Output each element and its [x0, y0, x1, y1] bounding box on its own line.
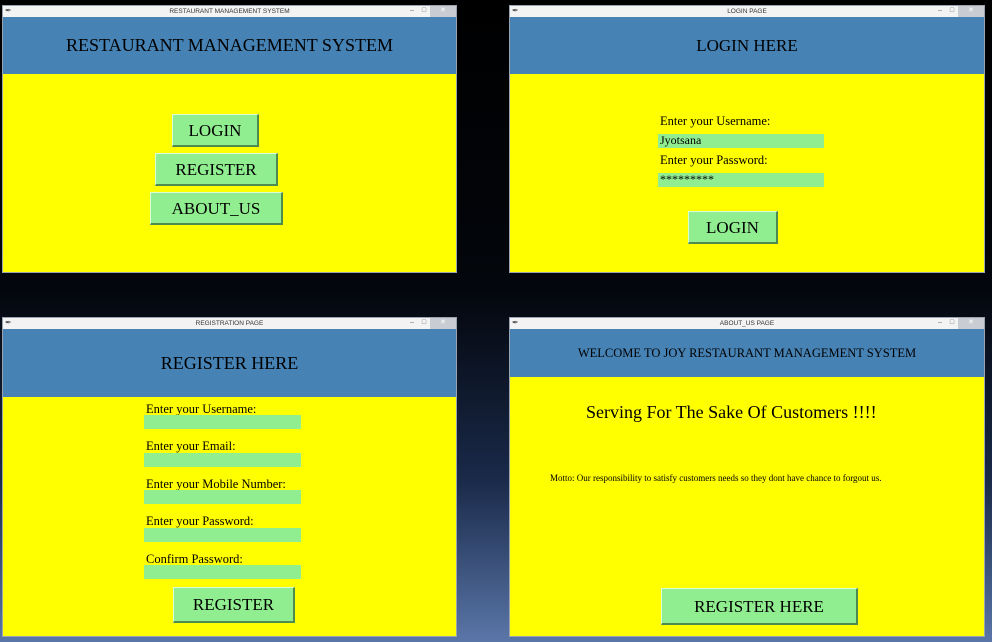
login-submit-button[interactable]: LOGIN — [688, 211, 778, 244]
close-icon[interactable]: ✕ — [958, 6, 984, 17]
window-title: LOGIN PAGE — [727, 8, 767, 15]
login-window: ✒ LOGIN PAGE – □ ✕ LOGIN HERE Enter your… — [510, 6, 984, 272]
window-controls: – □ ✕ — [406, 318, 456, 329]
reg-username-input[interactable] — [144, 415, 301, 429]
close-icon[interactable]: ✕ — [958, 318, 984, 329]
reg-email-input[interactable] — [144, 453, 301, 467]
login-titlebar[interactable]: ✒ LOGIN PAGE – □ ✕ — [510, 6, 984, 17]
about-header-title: WELCOME TO JOY RESTAURANT MANAGEMENT SYS… — [577, 345, 917, 360]
main-content: LOGIN REGISTER ABOUT_US — [3, 74, 456, 272]
maximize-icon[interactable]: □ — [946, 6, 958, 17]
minimize-icon[interactable]: – — [406, 318, 418, 329]
close-icon[interactable]: ✕ — [430, 6, 456, 17]
main-header: RESTAURANT MANAGEMENT SYSTEM — [3, 17, 456, 74]
minimize-icon[interactable]: – — [934, 318, 946, 329]
about-us-button[interactable]: ABOUT_US — [150, 192, 283, 225]
username-label: Enter your Username: — [660, 114, 771, 128]
reg-email-label: Enter your Email: — [146, 439, 236, 453]
window-controls: – □ ✕ — [934, 318, 984, 329]
about-titlebar[interactable]: ✒ ABOUT_US PAGE – □ ✕ — [510, 318, 984, 329]
close-icon[interactable]: ✕ — [430, 318, 456, 329]
register-header-title: REGISTER HERE — [160, 352, 299, 373]
about-window: ✒ ABOUT_US PAGE – □ ✕ WELCOME TO JOY RES… — [510, 318, 984, 636]
window-title: ABOUT_US PAGE — [719, 320, 775, 327]
reg-password-label: Enter your Password: — [146, 514, 254, 528]
register-button[interactable]: REGISTER — [155, 153, 278, 186]
main-header-title: RESTAURANT MANAGEMENT SYSTEM — [66, 35, 393, 55]
about-content: Serving For The Sake Of Customers !!!! M… — [510, 377, 984, 636]
register-titlebar[interactable]: ✒ REGISTRATION PAGE – □ ✕ — [3, 318, 456, 329]
reg-mobile-input[interactable] — [144, 490, 301, 504]
reg-password-input[interactable] — [144, 528, 301, 542]
password-input[interactable]: ********* — [658, 173, 824, 187]
about-header: WELCOME TO JOY RESTAURANT MANAGEMENT SYS… — [510, 329, 984, 377]
about-motto: Motto: Our responsibility to satisfy cus… — [550, 473, 882, 483]
window-controls: – □ ✕ — [934, 6, 984, 17]
window-title: RESTAURANT MANAGEMENT SYSTEM — [169, 8, 290, 15]
maximize-icon[interactable]: □ — [418, 6, 430, 17]
main-titlebar[interactable]: ✒ RESTAURANT MANAGEMENT SYSTEM – □ ✕ — [3, 6, 456, 17]
username-input[interactable]: Jyotsana — [658, 134, 824, 148]
maximize-icon[interactable]: □ — [418, 318, 430, 329]
reg-confirm-input[interactable] — [144, 565, 301, 579]
register-here-button[interactable]: REGISTER HERE — [661, 588, 858, 625]
register-window: ✒ REGISTRATION PAGE – □ ✕ REGISTER HERE … — [3, 318, 456, 636]
window-title: REGISTRATION PAGE — [195, 320, 264, 327]
register-submit-button[interactable]: REGISTER — [173, 587, 295, 623]
minimize-icon[interactable]: – — [934, 6, 946, 17]
login-header: LOGIN HERE — [510, 17, 984, 74]
login-content: Enter your Username: Jyotsana Enter your… — [510, 74, 984, 272]
main-window: ✒ RESTAURANT MANAGEMENT SYSTEM – □ ✕ RES… — [3, 6, 456, 272]
maximize-icon[interactable]: □ — [946, 318, 958, 329]
about-tagline: Serving For The Sake Of Customers !!!! — [586, 402, 877, 422]
register-content: Enter your Username: Enter your Email: E… — [3, 397, 456, 636]
minimize-icon[interactable]: – — [406, 6, 418, 17]
register-header: REGISTER HERE — [3, 329, 456, 397]
login-header-title: LOGIN HERE — [696, 35, 798, 55]
password-label: Enter your Password: — [660, 153, 768, 167]
login-button[interactable]: LOGIN — [172, 114, 259, 147]
window-controls: – □ ✕ — [406, 6, 456, 17]
